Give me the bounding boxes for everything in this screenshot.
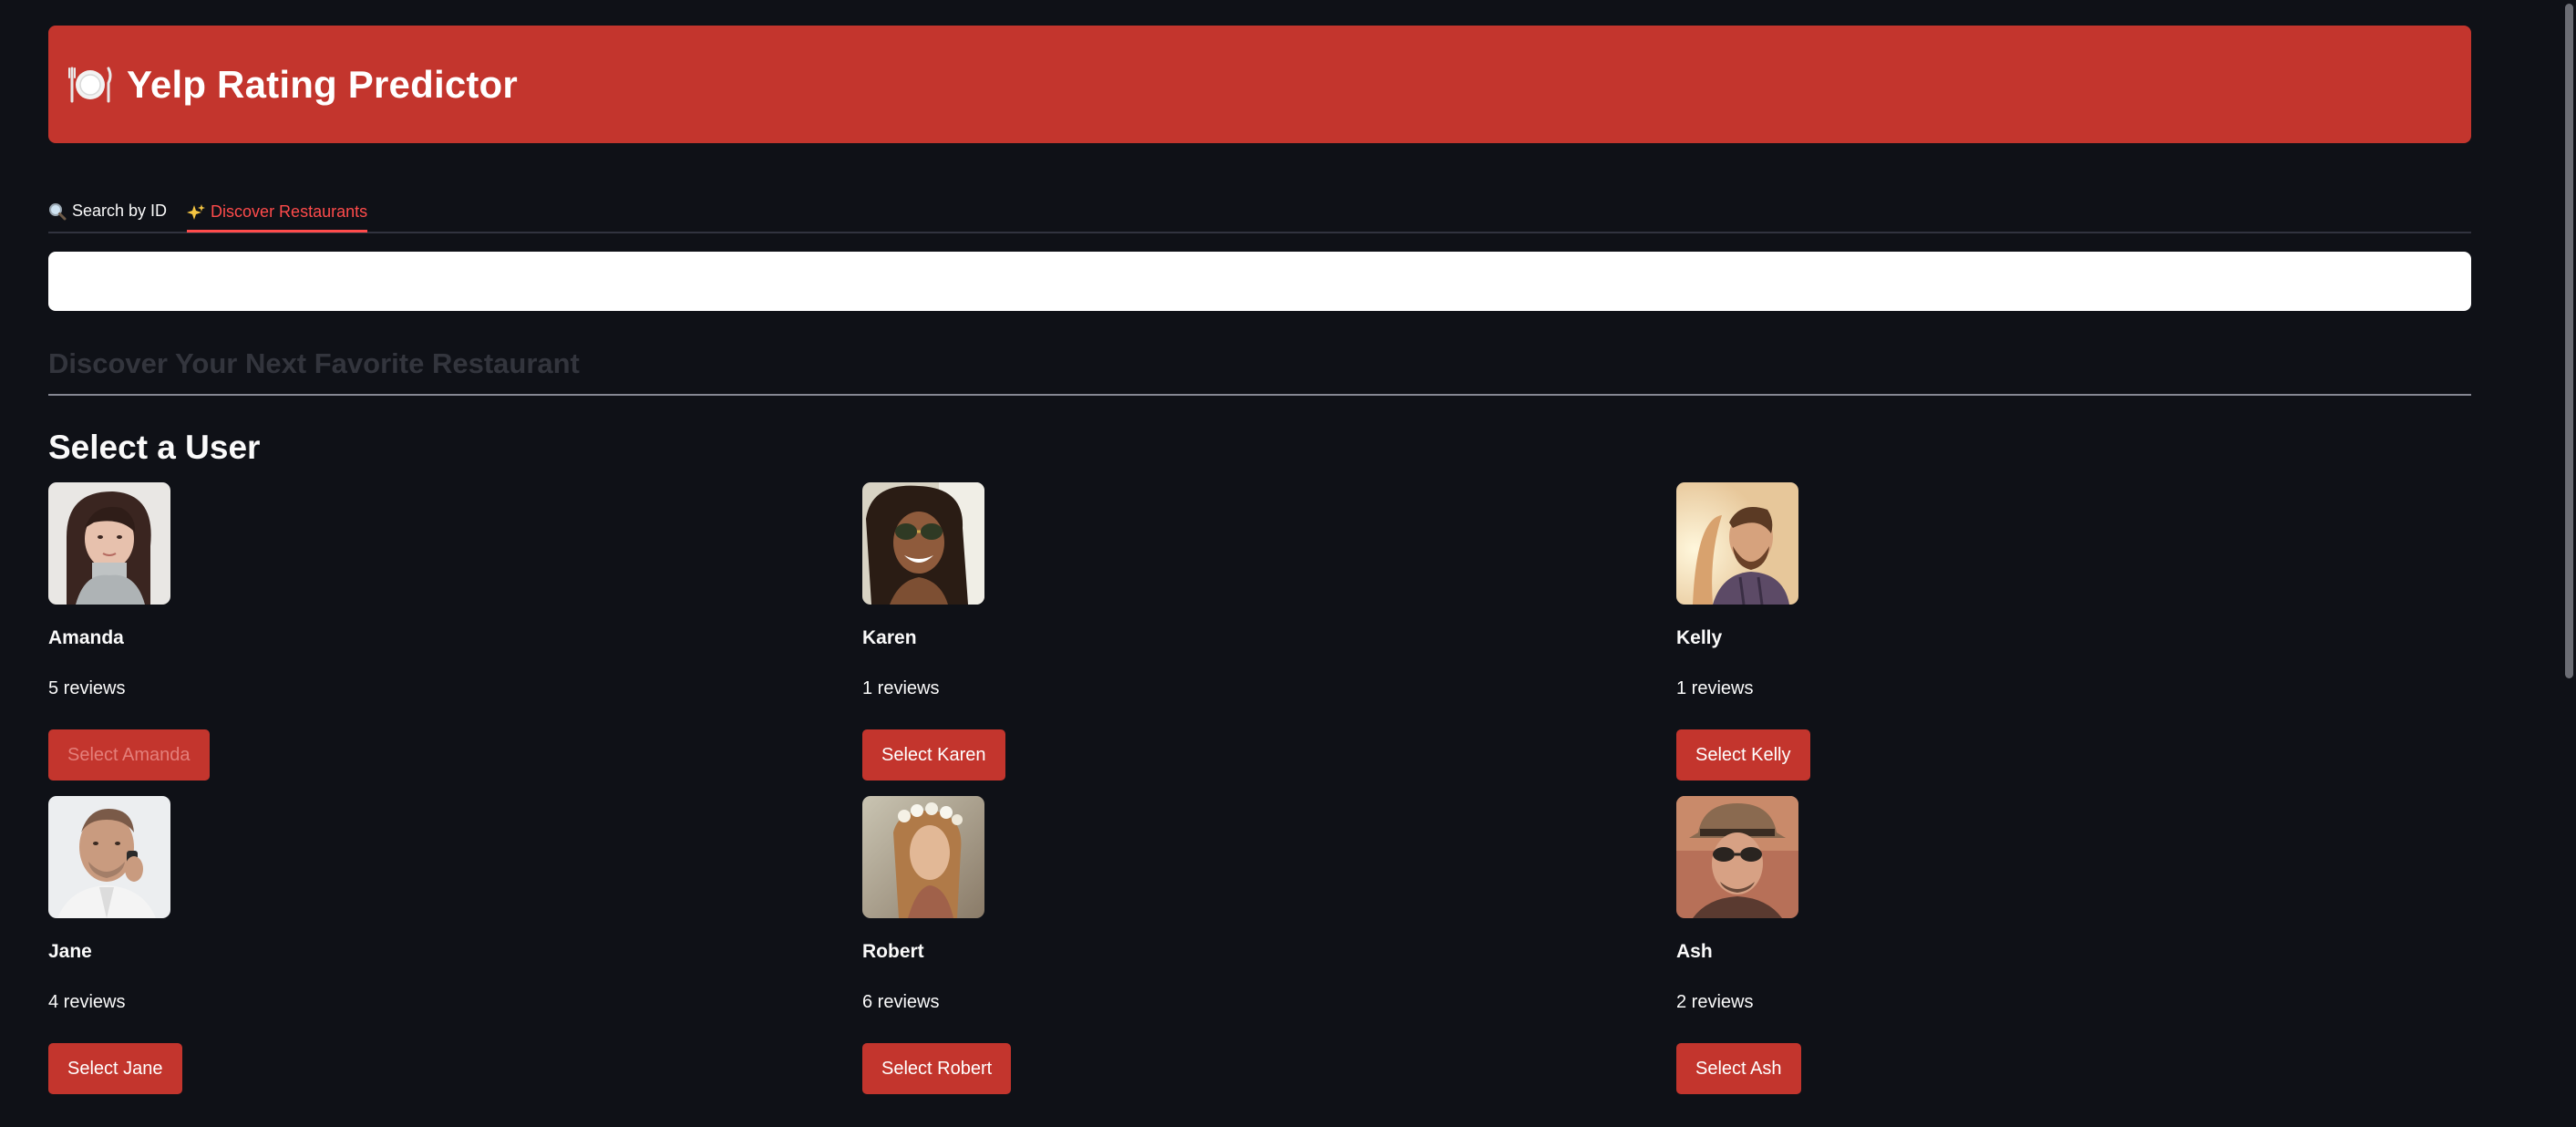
- select-kelly-button[interactable]: Select Kelly: [1676, 729, 1810, 781]
- user-card-ash: Ash 2 reviews Select Ash: [1676, 796, 2471, 1110]
- user-name: Amanda: [48, 627, 124, 648]
- user-name: Robert: [862, 941, 924, 962]
- user-card-kelly: Kelly 1 reviews Select Kelly: [1676, 482, 2471, 796]
- user-card-jane: Jane 4 reviews Select Jane: [48, 796, 862, 1110]
- tab-label: Search by ID: [72, 202, 168, 220]
- scrollbar-thumb[interactable]: [2565, 4, 2573, 678]
- user-avatar: [862, 482, 984, 605]
- discover-title: Discover Your Next Favorite Restaurant: [48, 347, 580, 379]
- user-card-robert: Robert 6 reviews Select Robert: [862, 796, 1676, 1110]
- user-avatar: [862, 796, 984, 918]
- select-user-heading: Select a User: [48, 429, 261, 466]
- user-card-amanda: Amanda 5 reviews Select Amanda: [48, 482, 862, 796]
- header-banner: Yelp Rating Predictor: [48, 26, 2471, 143]
- user-name: Ash: [1676, 941, 1713, 962]
- sparkles-icon: [187, 203, 206, 220]
- review-count: 6 reviews: [862, 992, 940, 1012]
- user-card-karen: Karen 1 reviews Select Karen: [862, 482, 1676, 796]
- review-count: 4 reviews: [48, 992, 126, 1012]
- app-title: Yelp Rating Predictor: [127, 62, 518, 106]
- user-avatar: [1676, 482, 1798, 605]
- tab-bar: Search by ID Discover Restaurants: [48, 191, 2471, 233]
- user-name: Karen: [862, 627, 917, 648]
- divider: [48, 394, 2471, 396]
- review-count: 1 reviews: [862, 678, 940, 698]
- search-input[interactable]: [48, 252, 2471, 311]
- app-page: Yelp Rating Predictor Search by ID Disco…: [0, 0, 2576, 1127]
- plate-cutlery-icon: [68, 67, 112, 102]
- select-ash-button[interactable]: Select Ash: [1676, 1043, 1801, 1094]
- tab-discover-restaurants[interactable]: Discover Restaurants: [187, 191, 368, 233]
- review-count: 5 reviews: [48, 678, 126, 698]
- user-name: Jane: [48, 941, 92, 962]
- select-amanda-button[interactable]: Select Amanda: [48, 729, 210, 781]
- select-karen-button[interactable]: Select Karen: [862, 729, 1005, 781]
- review-count: 1 reviews: [1676, 678, 1754, 698]
- vertical-scrollbar[interactable]: [2561, 0, 2576, 1127]
- user-avatar: [48, 482, 170, 605]
- magnifier-icon: [49, 202, 67, 220]
- review-count: 2 reviews: [1676, 992, 1754, 1012]
- tab-label: Discover Restaurants: [211, 202, 368, 221]
- tab-search-by-id[interactable]: Search by ID: [48, 191, 167, 228]
- user-grid: Amanda 5 reviews Select Amanda Karen 1 r…: [48, 482, 2471, 1110]
- user-avatar: [48, 796, 170, 918]
- select-robert-button[interactable]: Select Robert: [862, 1043, 1012, 1094]
- user-name: Kelly: [1676, 627, 1723, 648]
- select-jane-button[interactable]: Select Jane: [48, 1043, 182, 1094]
- main-content: Yelp Rating Predictor Search by ID Disco…: [48, 26, 2471, 1110]
- user-avatar: [1676, 796, 1798, 918]
